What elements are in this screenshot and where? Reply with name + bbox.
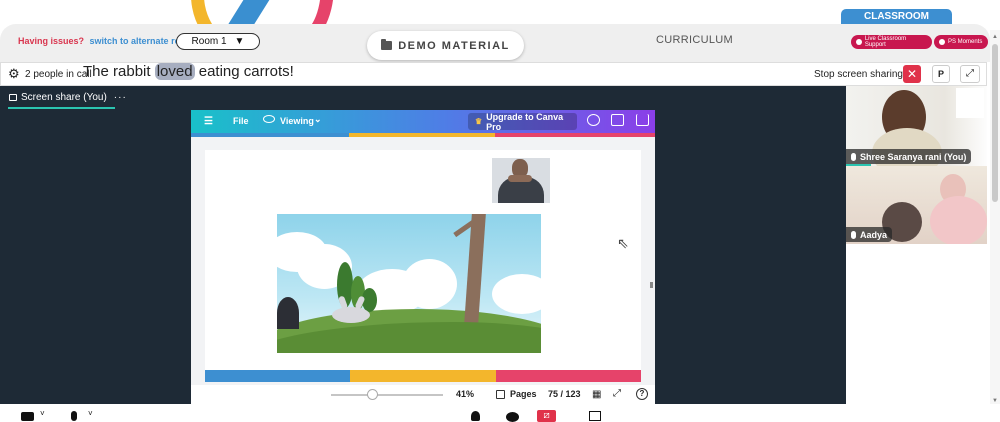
active-tab-underline [8,107,115,109]
camera-options-icon[interactable]: ˅ [40,408,45,419]
zoom-slider[interactable] [331,394,443,396]
caret-down-icon: ▼ [234,36,245,47]
scrollbar-thumb[interactable] [992,44,998,202]
color-band-blue [191,133,349,137]
room-select-value: Room 1 [191,36,227,47]
present-icon[interactable] [611,114,624,126]
grid-icon[interactable]: ▦ [592,389,601,400]
eye-icon [263,115,275,123]
stop-sharing-button[interactable]: ✕ [903,65,921,83]
people-count: 2 people in call [25,69,92,80]
moments-icon [939,39,945,45]
slide-title-end: eating carrots! [194,63,294,80]
mic-options-icon[interactable]: ˅ [88,408,93,419]
cloud [402,259,457,309]
more-options-icon[interactable]: ··· [114,92,127,103]
share-out-icon[interactable] [636,114,649,126]
presenter-video [492,158,550,203]
pages-icon[interactable] [496,390,505,399]
help-icon[interactable]: ? [636,388,648,400]
person-icon[interactable] [471,411,480,421]
slide-title: The rabbit loved eating carrots! [83,63,294,80]
classroom-tab[interactable]: CLASSROOM [841,9,952,25]
slide-band-blue [205,370,350,382]
expand-icon[interactable]: ⤢ [960,65,980,83]
microphone-icon[interactable] [71,411,77,421]
scroll-up-icon[interactable]: ▲ [992,34,998,40]
monitor-icon [9,94,17,101]
camera-icon[interactable] [21,412,34,421]
color-band-yellow [349,133,495,137]
issues-text: Having issues? [18,36,85,46]
scroll-grip-icon[interactable] [650,282,653,288]
people-icon[interactable] [587,114,600,126]
crown-icon: ♛ [475,117,483,126]
mic-icon [851,152,856,161]
upgrade-button[interactable]: ♛ Upgrade to Canva Pro [468,111,577,132]
rock [277,297,299,329]
rabbit-illustration [277,214,541,353]
participant-shoulders [930,196,987,244]
participant-tile[interactable]: Aadya [846,166,987,244]
screen-share-icon[interactable]: ⧄ [537,410,556,422]
file-menu[interactable]: File [233,116,249,126]
support-icon [856,39,862,45]
layout-icon[interactable] [589,411,601,421]
room-select[interactable]: Room 1 ▼ [176,33,260,50]
chat-icon[interactable] [506,412,519,422]
rabbit [332,307,370,323]
curriculum-tab[interactable]: CURRICULUM [656,34,733,46]
slide-band-red [496,370,641,382]
demo-material-label: DEMO MATERIAL [398,39,510,52]
cloud [492,274,541,314]
classroom-app: CLASSROOM Having issues? switch to alter… [0,0,1000,422]
canva-toolbar: ☰ File Viewing ⌄ ♛ Upgrade to Canva Pro [191,110,655,133]
menu-icon[interactable]: ☰ [204,116,213,127]
viewing-menu[interactable]: Viewing [280,116,314,126]
slide-title-start: The rabbit [83,63,155,80]
cursor-icon: ⇖ [617,235,629,251]
screen-share-tab[interactable]: Screen share (You) ··· [9,92,127,103]
demo-material-button[interactable]: DEMO MATERIAL [367,31,524,60]
ps-moments-button[interactable]: PS Moments [934,35,988,49]
upgrade-label: Upgrade to Canva Pro [486,111,564,132]
canva-footer: 41% Pages 75 / 123 ▦ ⤢ ? [191,385,655,404]
wall-poster [956,88,984,118]
stop-sharing-label: Stop screen sharing [814,69,903,80]
screen-share-label: Screen share (You) [21,92,107,103]
gear-icon[interactable]: ⚙ [8,67,20,80]
participant-name: Aadya [860,229,888,240]
zoom-slider-knob[interactable] [367,389,378,400]
participant-name-tag: Shree Saranya rani (You) [846,149,972,164]
folder-icon [381,39,393,50]
live-support-label: Live Classroom Support [864,36,907,48]
presenter-hands [508,175,532,182]
participant-name-tag: Aadya [846,227,893,242]
highlighted-word: loved [154,63,195,80]
ps-moments-label: PS Moments [948,39,983,45]
mic-icon [851,230,856,239]
page-count: 75 / 123 [548,389,581,399]
participant-name: Shree Saranya rani (You) [860,151,967,162]
p-button[interactable]: P [932,65,950,83]
pages-button[interactable]: Pages [510,389,537,399]
live-support-button[interactable]: Live Classroom Support [851,35,932,49]
issues-notice: Having issues? switch to alternate room [18,36,194,46]
slide-band-yellow [350,370,496,382]
bottom-controls [0,404,1000,422]
fullscreen-icon[interactable]: ⤢ [613,388,621,399]
color-band-red [495,133,655,137]
zoom-value: 41% [456,389,475,399]
chevron-down-icon[interactable]: ⌄ [314,114,322,125]
